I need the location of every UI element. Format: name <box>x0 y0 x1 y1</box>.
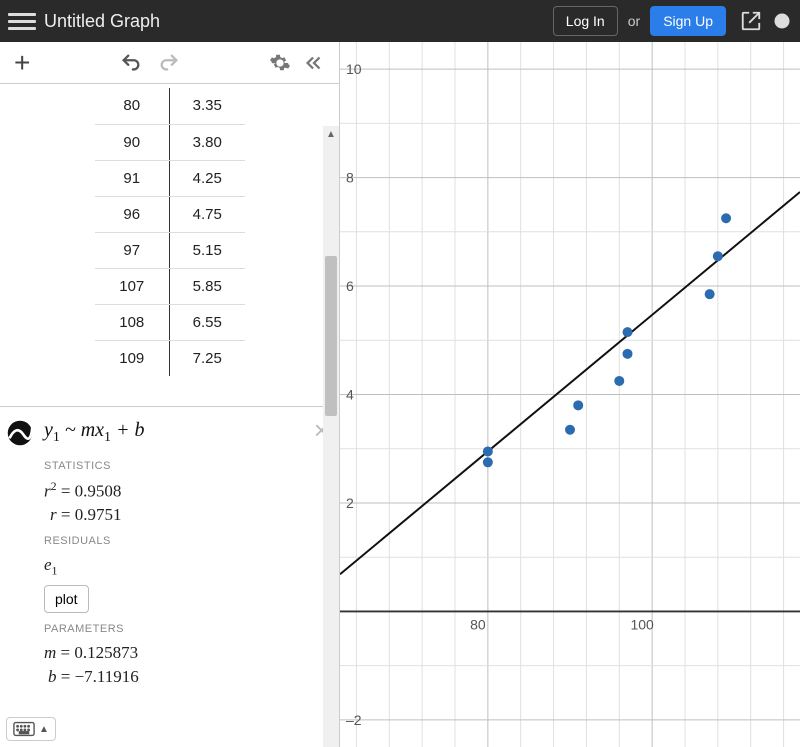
data-point[interactable] <box>705 289 715 299</box>
table-cell-y[interactable]: 5.15 <box>170 232 245 268</box>
table-cell-y[interactable]: 5.85 <box>170 268 245 304</box>
scroll-up-icon[interactable]: ▲ <box>323 126 339 142</box>
signup-button[interactable]: Sign Up <box>650 6 726 36</box>
table-cell-x[interactable]: 91 <box>95 160 170 196</box>
table-cell-x[interactable]: 108 <box>95 304 170 340</box>
data-point[interactable] <box>483 446 493 456</box>
table-row[interactable]: 803.35 <box>95 88 245 124</box>
table-cell-x[interactable]: 90 <box>95 124 170 160</box>
data-point[interactable] <box>614 376 624 386</box>
table-row[interactable]: 1086.55 <box>95 304 245 340</box>
table-row[interactable]: 903.80 <box>95 124 245 160</box>
table-cell-y[interactable]: 7.25 <box>170 340 245 376</box>
table-cell-y[interactable]: 3.80 <box>170 124 245 160</box>
x-tick-label: 100 <box>630 616 654 632</box>
y-tick-label: 2 <box>346 495 354 511</box>
settings-button[interactable] <box>263 46 297 80</box>
param-b: b = −7.11916 <box>44 665 325 689</box>
redo-button[interactable] <box>150 46 188 80</box>
data-point[interactable] <box>623 349 633 359</box>
data-point[interactable] <box>721 213 731 223</box>
stats-label: STATISTICS <box>44 460 325 472</box>
parameters-label: PARAMETERS <box>44 623 325 635</box>
table-row[interactable]: 914.25 <box>95 160 245 196</box>
y-tick-label: 8 <box>346 170 354 186</box>
expression-scrollbar[interactable]: ▲ <box>323 126 339 747</box>
collapse-panel-button[interactable] <box>297 46 331 80</box>
table-row[interactable]: 964.75 <box>95 196 245 232</box>
regression-icon <box>6 419 34 447</box>
expression-toolbar: + <box>0 42 339 84</box>
screenshot-icon[interactable] <box>772 11 792 31</box>
x-tick-label: 80 <box>470 616 486 632</box>
table-cell-x[interactable]: 107 <box>95 268 170 304</box>
menu-icon[interactable] <box>8 7 36 35</box>
data-point[interactable] <box>573 400 583 410</box>
graph-title[interactable]: Untitled Graph <box>44 11 553 32</box>
table-cell-y[interactable]: 3.35 <box>170 88 245 124</box>
regression-equation[interactable]: y1 ~ mx1 + b <box>44 419 325 446</box>
table-cell-y[interactable]: 4.75 <box>170 196 245 232</box>
table-cell-x[interactable]: 97 <box>95 232 170 268</box>
data-table-block[interactable]: 803.35903.80914.25964.75975.151075.85108… <box>0 84 339 376</box>
table-row[interactable]: 1075.85 <box>95 268 245 304</box>
r-squared: r2 = 0.9508 <box>44 478 325 503</box>
data-point[interactable] <box>565 425 575 435</box>
table-cell-x[interactable]: 80 <box>95 88 170 124</box>
scroll-thumb[interactable] <box>325 256 337 416</box>
data-point[interactable] <box>713 251 723 261</box>
table-cell-x[interactable]: 109 <box>95 340 170 376</box>
residuals-label: RESIDUALS <box>44 535 325 547</box>
table-cell-y[interactable]: 4.25 <box>170 160 245 196</box>
plot-residuals-button[interactable]: plot <box>44 585 89 613</box>
y-tick-label: –2 <box>346 712 362 728</box>
add-expression-button[interactable]: + <box>8 43 36 83</box>
table-cell-y[interactable]: 6.55 <box>170 304 245 340</box>
login-button[interactable]: Log In <box>553 6 618 36</box>
graph-canvas[interactable]: –2 2 4 6 8 10 80 100 <box>340 42 800 747</box>
data-point[interactable] <box>483 457 493 467</box>
or-text: or <box>628 13 640 29</box>
undo-button[interactable] <box>112 46 150 80</box>
table-cell-x[interactable]: 96 <box>95 196 170 232</box>
y-tick-label: 6 <box>346 278 354 294</box>
share-icon[interactable] <box>740 10 762 32</box>
residual-var: e1 <box>44 553 325 579</box>
y-tick-label: 10 <box>346 61 362 77</box>
data-point[interactable] <box>623 327 633 337</box>
r-value: r = 0.9751 <box>44 503 325 527</box>
table-row[interactable]: 1097.25 <box>95 340 245 376</box>
param-m: m = 0.125873 <box>44 641 325 665</box>
keypad-toggle-button[interactable]: ▲ <box>6 717 56 741</box>
y-tick-label: 4 <box>346 387 354 403</box>
regression-expression[interactable]: × y1 ~ mx1 + b STATISTICS r2 = 0.9508 r … <box>0 406 339 709</box>
table-row[interactable]: 975.15 <box>95 232 245 268</box>
